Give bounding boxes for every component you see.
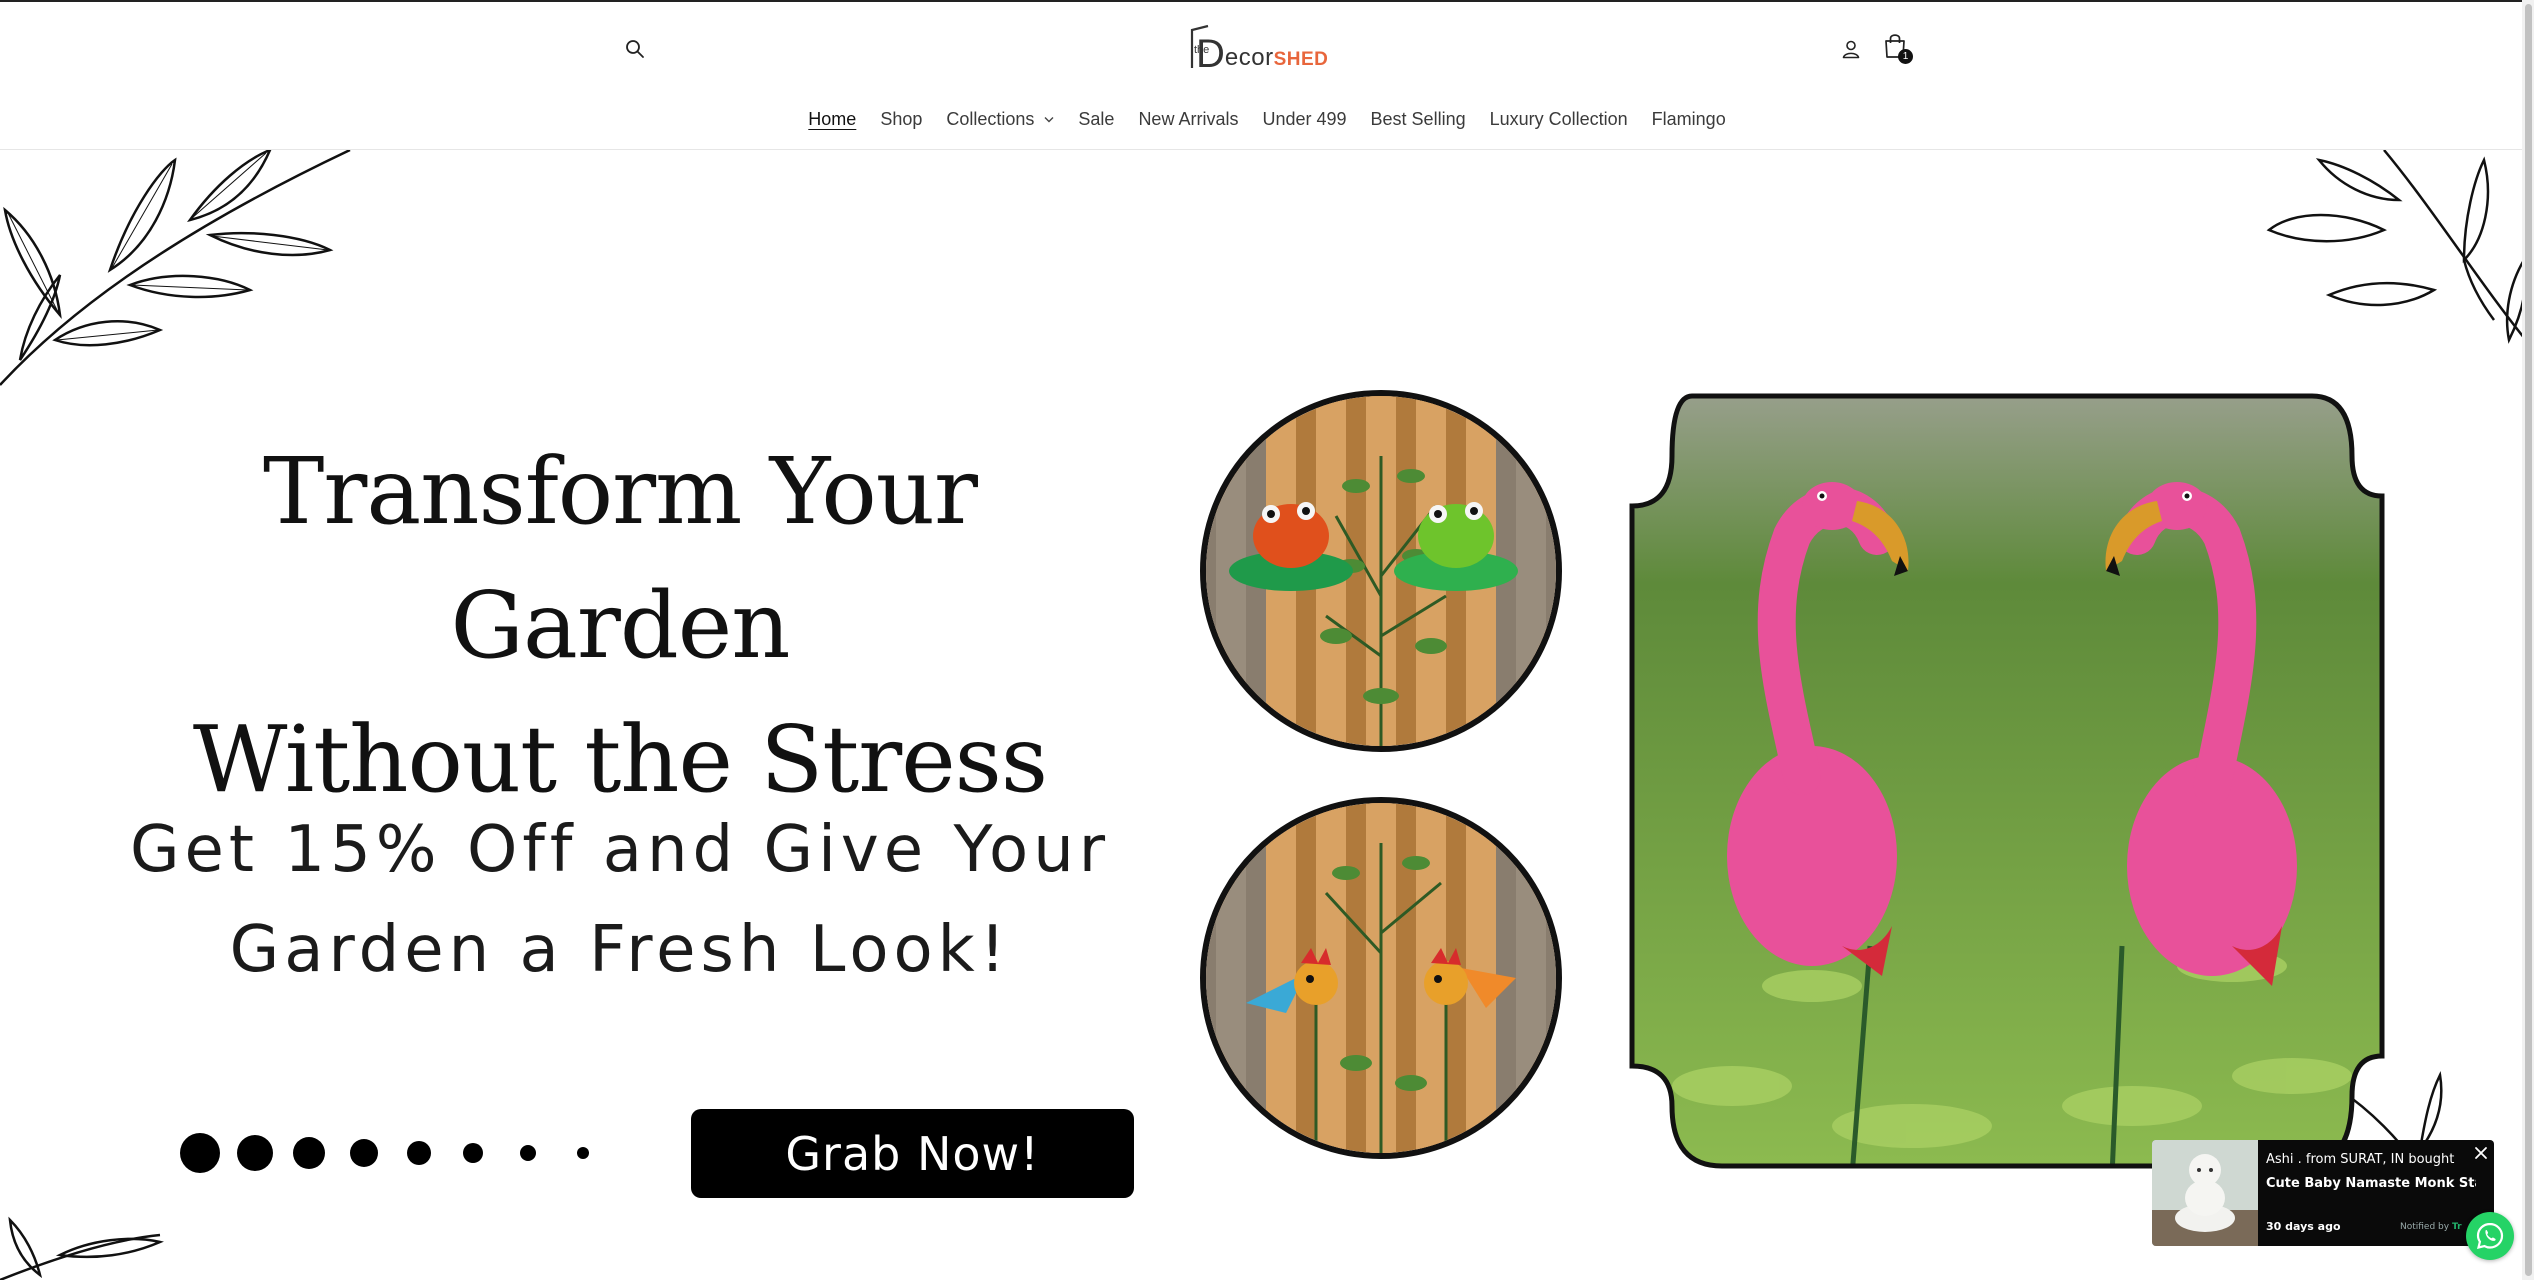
- cart-button[interactable]: 1: [1880, 32, 1914, 66]
- decorative-dots: [180, 1133, 589, 1173]
- grab-now-button[interactable]: Grab Now!: [691, 1109, 1134, 1198]
- nav-item-collections[interactable]: Collections: [934, 102, 1066, 136]
- nav-item-flamingo[interactable]: Flamingo: [1640, 102, 1738, 136]
- hero-subheadline-line-1: Get 15% Off and Give Your: [129, 813, 1111, 887]
- nav-item-under-499[interactable]: Under 499: [1250, 102, 1358, 136]
- hero-headline: Transform Your Garden Without the Stress: [90, 425, 1150, 827]
- monk-statue-icon: [2152, 1140, 2258, 1246]
- search-button[interactable]: [620, 34, 650, 64]
- nav-item-luxury-collection[interactable]: Luxury Collection: [1478, 102, 1640, 136]
- user-icon: [1842, 40, 1860, 59]
- site-header: the D ecor SHED 1 Home Shop Collections …: [0, 2, 2534, 150]
- leaf-branch-top-left: [0, 150, 351, 386]
- hero-headline-line-1: Transform Your Garden: [263, 438, 978, 679]
- hero-banner[interactable]: Transform Your Garden Without the Stress…: [0, 150, 2534, 1280]
- logo-main-text: ecor: [1224, 44, 1274, 71]
- popup-product-thumbnail: [2152, 1140, 2258, 1246]
- nav-item-collections-label: Collections: [946, 108, 1035, 129]
- popup-notified-prefix: Notified by: [2400, 1222, 2450, 1232]
- account-button[interactable]: [1836, 34, 1866, 64]
- recent-purchase-popup[interactable]: Ashi . from SURAT, IN bought Cute Baby N…: [2152, 1140, 2494, 1246]
- whatsapp-icon: [2476, 1222, 2504, 1249]
- close-icon: [2475, 1147, 2487, 1159]
- nav-item-best-selling[interactable]: Best Selling: [1359, 102, 1478, 136]
- chevron-down-icon: [1044, 116, 1054, 122]
- logo-accent-text: SHED: [1273, 49, 1329, 70]
- whatsapp-chat-button[interactable]: [2466, 1212, 2514, 1260]
- popup-product-name[interactable]: Cute Baby Namaste Monk Stat...: [2266, 1176, 2476, 1191]
- nav-item-shop[interactable]: Shop: [868, 102, 934, 136]
- main-nav: Home Shop Collections Sale New Arrivals …: [0, 102, 2534, 138]
- frog-stakes-illustration: [1206, 396, 1556, 746]
- leaf-branch-bottom-left: [0, 1216, 164, 1280]
- popup-buyer-text: Ashi . from SURAT, IN bought: [2266, 1152, 2455, 1167]
- bird-stakes-illustration: [1206, 803, 1556, 1153]
- logo-prefix: the: [1194, 44, 1210, 56]
- page-scrollbar-thumb[interactable]: [2525, 4, 2532, 1276]
- popup-close-button[interactable]: [2472, 1144, 2490, 1162]
- nav-item-sale[interactable]: Sale: [1066, 102, 1126, 136]
- search-icon: [626, 40, 644, 58]
- nav-item-home[interactable]: Home: [796, 102, 868, 136]
- cart-count-badge: 1: [1898, 49, 1913, 64]
- hero-subheadline-line-2: Garden a Fresh Look!: [229, 913, 1011, 987]
- product-image-bird-stakes: [1200, 797, 1562, 1159]
- popup-notified-brand: Tr: [2451, 1222, 2462, 1232]
- site-logo[interactable]: the D ecor SHED: [1190, 24, 1328, 74]
- popup-timestamp: 30 days ago: [2266, 1220, 2341, 1233]
- product-image-flamingo-pair: [1629, 393, 2385, 1169]
- nav-item-new-arrivals[interactable]: New Arrivals: [1126, 102, 1250, 136]
- product-image-frog-stakes: [1200, 390, 1562, 752]
- popup-notified-by: Notified by Tr: [2400, 1222, 2462, 1232]
- leaf-branch-top-right: [2266, 150, 2534, 351]
- hero-subheadline: Get 15% Off and Give Your Garden a Fresh…: [90, 800, 1150, 1000]
